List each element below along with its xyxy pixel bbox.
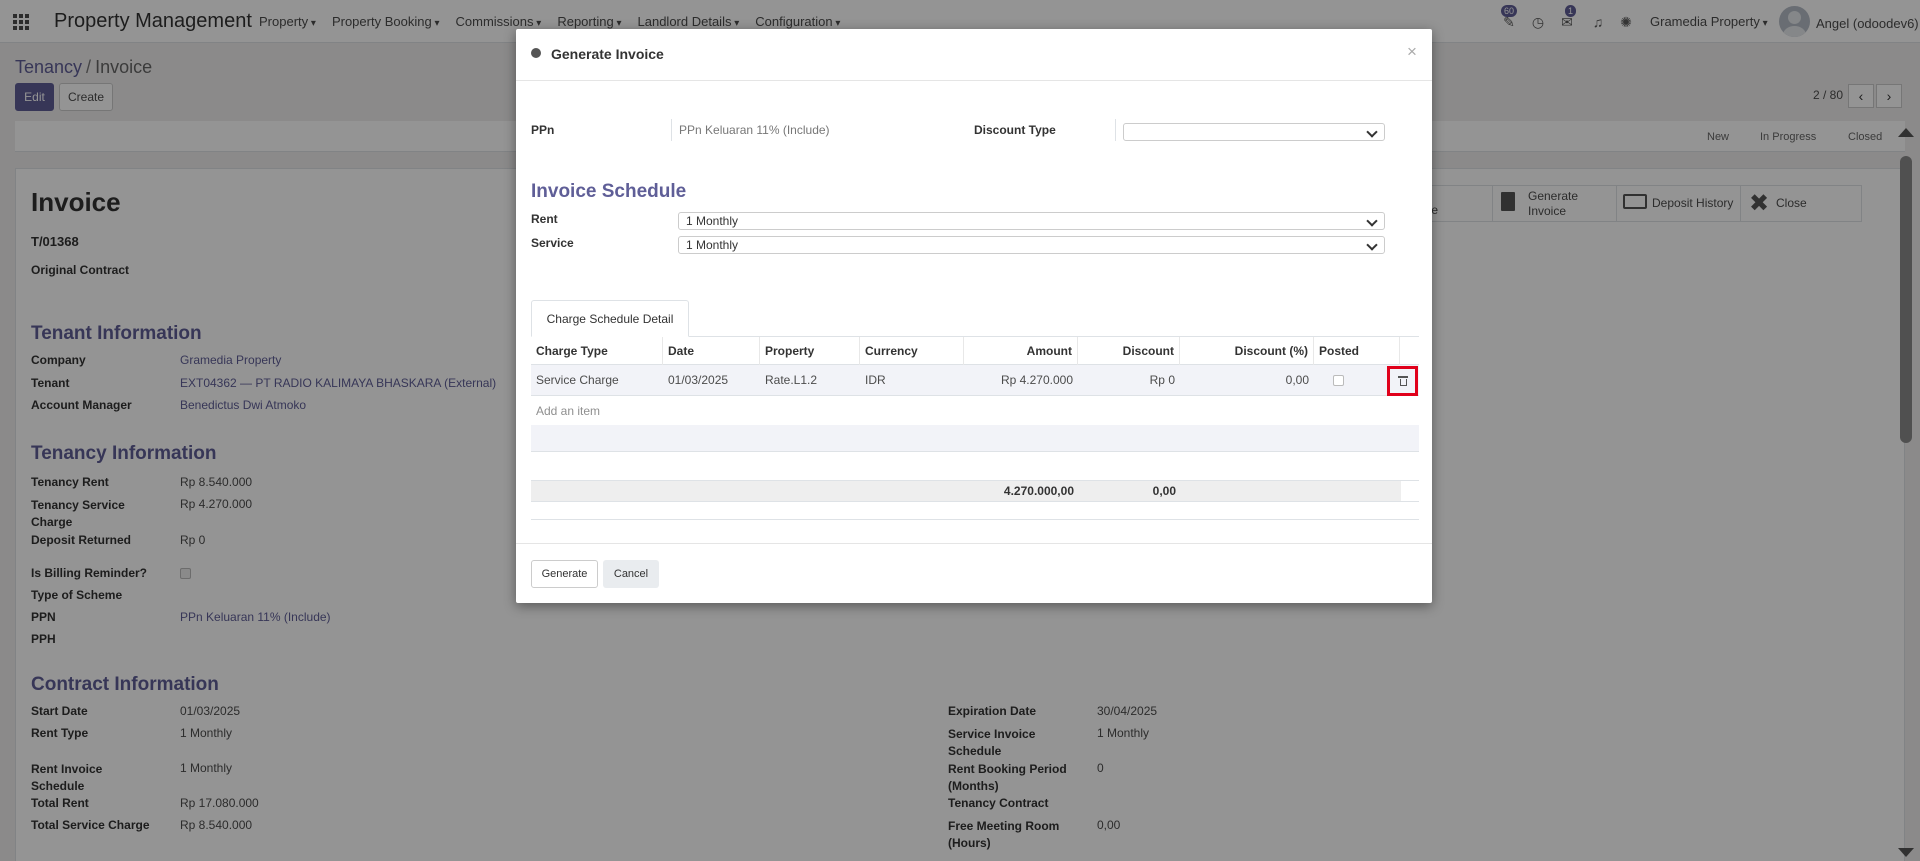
invoice-schedule-title: Invoice Schedule xyxy=(531,181,687,202)
posted-checkbox[interactable] xyxy=(1333,375,1344,386)
service-schedule-value: 1 Monthly xyxy=(686,238,739,252)
chevron-down-icon xyxy=(1366,126,1378,138)
cell-charge-type[interactable]: Service Charge xyxy=(531,365,663,396)
bug-icon xyxy=(531,48,541,58)
dialog-header: Generate Invoice × xyxy=(516,29,1432,81)
tab-charge-schedule-detail[interactable]: Charge Schedule Detail xyxy=(531,300,689,337)
rent-schedule-select[interactable]: 1 Monthly xyxy=(678,212,1385,230)
field-divider xyxy=(671,119,672,141)
cell-property[interactable]: Rate.L1.2 xyxy=(760,365,860,396)
add-item-link[interactable]: Add an item xyxy=(536,404,600,418)
generate-button[interactable]: Generate xyxy=(531,560,598,588)
col-discount[interactable]: Discount xyxy=(1078,337,1180,365)
col-currency[interactable]: Currency xyxy=(860,337,964,365)
cancel-button[interactable]: Cancel xyxy=(603,560,659,588)
cell-discount[interactable]: Rp 0 xyxy=(1078,365,1180,396)
cell-currency[interactable]: IDR xyxy=(860,365,964,396)
col-date[interactable]: Date xyxy=(663,337,760,365)
cell-amount[interactable]: Rp 4.270.000 xyxy=(964,365,1078,396)
table-header: Charge Type Date Property Currency Amoun… xyxy=(531,337,1419,365)
trash-icon[interactable] xyxy=(1398,376,1408,386)
total-amount: 4.270.000,00 xyxy=(1003,484,1074,498)
rent-schedule-value: 1 Monthly xyxy=(686,214,739,228)
table-bottom-line xyxy=(531,519,1419,520)
service-schedule-select[interactable]: 1 Monthly xyxy=(678,236,1385,254)
table-footer-end xyxy=(1401,480,1419,502)
cell-discount-pct[interactable]: 0,00 xyxy=(1180,365,1314,396)
rent-label: Rent xyxy=(531,212,558,226)
col-amount[interactable]: Amount xyxy=(964,337,1078,365)
col-charge-type[interactable]: Charge Type xyxy=(531,337,663,365)
table-footer: 4.270.000,00 0,00 xyxy=(531,480,1401,502)
discount-type-select[interactable] xyxy=(1123,123,1385,141)
total-discount: 0,00 xyxy=(1152,484,1176,498)
cell-date[interactable]: 01/03/2025 xyxy=(663,365,760,396)
empty-row xyxy=(531,425,1419,452)
discount-type-label: Discount Type xyxy=(974,123,1056,137)
delete-row-highlight[interactable] xyxy=(1387,366,1418,396)
generate-invoice-dialog: Generate Invoice × PPn PPn Keluaran 11% … xyxy=(516,29,1432,603)
field-divider xyxy=(1115,119,1116,141)
table-row[interactable]: Service Charge 01/03/2025 Rate.L1.2 IDR … xyxy=(531,365,1419,396)
dialog-title: Generate Invoice xyxy=(551,46,664,62)
chevron-down-icon xyxy=(1366,215,1378,227)
col-posted[interactable]: Posted xyxy=(1314,337,1400,365)
ppn-label: PPn xyxy=(531,123,555,137)
chevron-down-icon xyxy=(1366,239,1378,251)
service-label: Service xyxy=(531,236,574,250)
dialog-footer-divider xyxy=(516,543,1432,544)
dialog-close-button[interactable]: × xyxy=(1407,42,1417,62)
col-discount-pct[interactable]: Discount (%) xyxy=(1180,337,1314,365)
col-property[interactable]: Property xyxy=(760,337,860,365)
ppn-value: PPn Keluaran 11% (Include) xyxy=(679,123,830,137)
